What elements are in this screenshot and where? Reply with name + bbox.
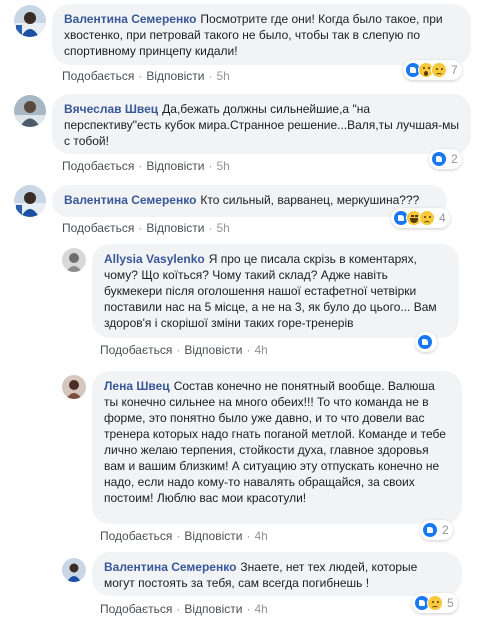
avatar-photo-icon	[14, 5, 46, 37]
timestamp[interactable]: 4h	[254, 529, 267, 543]
avatar-photo-icon	[62, 375, 86, 399]
reply: Валентина Семеренко Знаете, нет тех людей…	[0, 548, 499, 621]
timestamp[interactable]: 5h	[216, 221, 229, 235]
reactions-summary[interactable]: 2	[420, 520, 453, 540]
comment-bubble: Allysia Vasylenko Я про це писала скрізь …	[92, 244, 459, 338]
reply-link[interactable]: Відповісти	[146, 69, 204, 83]
timestamp[interactable]: 5h	[216, 159, 229, 173]
comment-bubble: Валентина Семеренко Знаете, нет тех людей…	[92, 552, 462, 596]
reply: Лена Швец Состав конечно не понятный вооб…	[0, 366, 499, 548]
avatar-photo-icon	[62, 248, 86, 272]
comment-author[interactable]: Валентина Семеренко	[64, 12, 196, 26]
comment-bubble: Лена Швец Состав конечно не понятный вооб…	[92, 371, 462, 524]
comment-actions: Подобається · Відповісти · 4h	[100, 602, 268, 616]
reply: Allysia Vasylenko Я про це писала скрізь …	[0, 238, 499, 362]
comment-text: Кто сильный, варванец, меркушина???	[200, 193, 420, 207]
reaction-count: 2	[451, 152, 458, 166]
comment-author[interactable]: Лена Швец	[104, 379, 170, 393]
comment-actions: Подобається · Відповісти · 5h	[62, 69, 230, 83]
avatar[interactable]	[62, 375, 86, 399]
timestamp[interactable]: 4h	[254, 602, 267, 616]
avatar-photo-icon	[62, 558, 86, 582]
sad-reaction-icon	[419, 210, 435, 226]
comment-bubble: Вячеслав Швец Да,бежать должны сильнейшие…	[52, 94, 471, 154]
reaction-count: 7	[451, 63, 458, 77]
reactions-summary[interactable]: 5	[412, 593, 458, 613]
comment-bubble: Валентина Семеренко Кто сильный, варванец…	[52, 185, 447, 217]
avatar[interactable]	[14, 185, 46, 217]
comment-author[interactable]: Вячеслав Швец	[64, 102, 158, 116]
comment: Валентина Семеренко Посмотрите где они! К…	[0, 0, 499, 90]
reply-link[interactable]: Відповісти	[184, 343, 242, 357]
like-reaction-icon	[431, 151, 447, 167]
avatar[interactable]	[62, 248, 86, 272]
like-link[interactable]: Подобається	[62, 221, 134, 235]
like-reaction-icon	[422, 522, 438, 538]
comment-actions: Подобається · Відповісти · 4h	[100, 343, 268, 357]
avatar[interactable]	[14, 5, 46, 37]
reactions-summary[interactable]	[415, 332, 437, 352]
reaction-count: 4	[439, 211, 446, 225]
reply-link[interactable]: Відповісти	[146, 159, 204, 173]
reactions-summary[interactable]: 7	[403, 60, 462, 80]
reactions-summary[interactable]: 4	[391, 208, 450, 228]
timestamp[interactable]: 4h	[254, 343, 267, 357]
comment-actions: Подобається · Відповісти · 5h	[62, 221, 230, 235]
comment: Вячеслав Швец Да,бежать должны сильнейшие…	[0, 90, 499, 178]
like-link[interactable]: Подобається	[100, 602, 172, 616]
comment-actions: Подобається · Відповісти · 5h	[62, 159, 230, 173]
sad-reaction-icon	[431, 62, 447, 78]
comment-text: Состав конечно не понятный вообще. Валюш…	[104, 379, 446, 505]
comment-author[interactable]: Allysia Vasylenko	[104, 252, 205, 266]
comment-author[interactable]: Валентина Семеренко	[104, 560, 236, 574]
avatar[interactable]	[62, 558, 86, 582]
like-link[interactable]: Подобається	[100, 529, 172, 543]
avatar[interactable]	[14, 95, 46, 127]
like-link[interactable]: Подобається	[62, 69, 134, 83]
reply-link[interactable]: Відповісти	[184, 602, 242, 616]
reaction-count: 5	[447, 596, 454, 610]
reactions-summary[interactable]: 2	[429, 149, 462, 169]
comment-bubble: Валентина Семеренко Посмотрите где они! К…	[52, 4, 471, 65]
comment-actions: Подобається · Відповісти · 4h	[100, 529, 268, 543]
avatar-photo-icon	[14, 95, 46, 127]
avatar-photo-icon	[14, 185, 46, 217]
timestamp[interactable]: 5h	[216, 69, 229, 83]
comment-author[interactable]: Валентина Семеренко	[64, 193, 196, 207]
like-reaction-icon	[417, 334, 433, 350]
reply-link[interactable]: Відповісти	[146, 221, 204, 235]
like-link[interactable]: Подобається	[62, 159, 134, 173]
like-link[interactable]: Подобається	[100, 343, 172, 357]
reply-link[interactable]: Відповісти	[184, 529, 242, 543]
sad-reaction-icon	[427, 595, 443, 611]
reaction-count: 2	[442, 523, 449, 537]
comment: Валентина Семеренко Кто сильный, варванец…	[0, 180, 499, 238]
